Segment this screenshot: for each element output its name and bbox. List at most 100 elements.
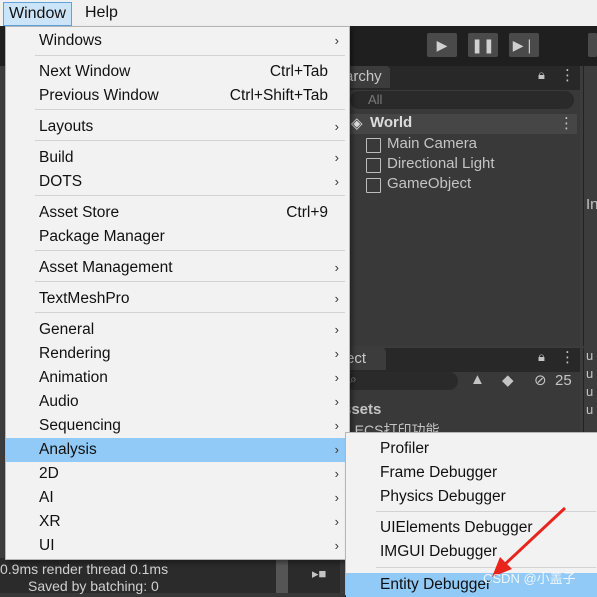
hierarchy-item[interactable]: GameObject [364, 175, 574, 195]
hierarchy-item-label: Directional Light [387, 155, 495, 172]
chevron-right-icon: › [334, 322, 339, 337]
menu-item-label: AI [39, 489, 54, 506]
hierarchy-item[interactable]: Main Camera [364, 135, 574, 155]
menu-item-label: Windows [39, 32, 102, 49]
hierarchy-search-input[interactable]: All [350, 91, 574, 109]
scrollbar[interactable] [276, 558, 288, 593]
menu-item-label: Build [39, 149, 74, 166]
menu-item-general[interactable]: General › [6, 318, 349, 342]
arrow-shaft [500, 506, 567, 569]
chevron-right-icon: › [334, 394, 339, 409]
label-tag-icon[interactable]: ◆ [502, 371, 514, 389]
collab-button[interactable] [588, 33, 597, 57]
window-menu: Windows › Next Window Ctrl+Tab Previous Wind… [5, 26, 350, 560]
step-button[interactable]: ▶❘ [509, 33, 539, 57]
menu-item-label: Previous Window [39, 87, 159, 104]
menu-item-shortcut: Ctrl+Tab [269, 63, 328, 80]
submenu-item-frame-debugger[interactable]: Frame Debugger [346, 461, 597, 485]
project-kebab-icon[interactable]: ⋮ [560, 348, 575, 366]
menu-item-build[interactable]: Build › [6, 146, 349, 170]
hierarchy-item-label: Main Camera [387, 135, 478, 152]
filter-type-icon[interactable]: ▲ [470, 371, 485, 388]
menu-item-dots[interactable]: DOTS › [6, 170, 349, 194]
menu-item-analysis[interactable]: Analysis › [6, 438, 349, 462]
folder-icon: ▸■ [312, 566, 327, 581]
chevron-right-icon: › [334, 370, 339, 385]
watermark: CSDN @小盖子 [483, 571, 576, 586]
scene-name: World [370, 114, 413, 131]
chevron-right-icon: › [334, 291, 339, 306]
scene-row[interactable]: ◈ World ⋮ [345, 114, 577, 134]
menu-item-label: 2D [39, 465, 59, 482]
menu-item-windows[interactable]: Windows › [6, 29, 349, 53]
menu-item-animation[interactable]: Animation › [6, 366, 349, 390]
menu-item-label: Analysis [39, 441, 97, 458]
menu-item-shortcut: Ctrl+Shift+Tab [229, 87, 328, 104]
menu-separator [35, 195, 345, 196]
hierarchy-item[interactable]: Directional Light [364, 155, 574, 175]
project-search-input[interactable]: ⌕ [346, 372, 458, 390]
chevron-right-icon: › [334, 346, 339, 361]
menu-item-label: TextMeshPro [39, 290, 130, 307]
menu-separator [35, 55, 345, 56]
chevron-right-icon: › [334, 33, 339, 48]
menu-item-asset-store[interactable]: Asset Store Ctrl+9 [6, 201, 349, 225]
kebab-menu-icon[interactable]: ⋮ [560, 66, 575, 84]
menu-item-label: Asset Management [39, 259, 173, 276]
menu-item-label: Audio [39, 393, 79, 410]
menu-item-label: XR [39, 513, 61, 530]
menu-item-label: Package Manager [39, 228, 165, 245]
menu-item-label: Asset Store [39, 204, 120, 221]
menu-item-layouts[interactable]: Layouts › [6, 115, 349, 139]
menu-item-ai[interactable]: AI › [6, 486, 349, 510]
menu-separator [35, 312, 345, 313]
menu-item-asset-management[interactable]: Asset Management › [6, 256, 349, 280]
lock-icon[interactable]: 🔒︎ [538, 67, 545, 83]
hidden-count-icon[interactable]: ⊘ [534, 371, 547, 389]
menu-item-rendering[interactable]: Rendering › [6, 342, 349, 366]
chevron-right-icon: › [334, 119, 339, 134]
menu-window[interactable]: Window [3, 2, 72, 26]
menu-item-ui[interactable]: UI › [6, 534, 349, 558]
menu-item-audio[interactable]: Audio › [6, 390, 349, 414]
chevron-right-icon: › [334, 260, 339, 275]
chevron-right-icon: › [334, 150, 339, 165]
menu-item-label: Next Window [39, 63, 131, 80]
pause-button[interactable]: ❚❚ [468, 33, 498, 57]
scene-kebab-icon[interactable]: ⋮ [559, 114, 574, 132]
menu-item-xr[interactable]: XR › [6, 510, 349, 534]
search-placeholder: All [368, 92, 383, 107]
menu-item-label: Sequencing [39, 417, 121, 434]
search-icon: ⌕ [350, 372, 357, 386]
chevron-right-icon: › [334, 490, 339, 505]
menu-separator [35, 250, 345, 251]
chevron-right-icon: › [334, 442, 339, 457]
gameobject-icon [366, 178, 381, 193]
menu-item-2d[interactable]: 2D › [6, 462, 349, 486]
gameobject-icon [366, 138, 381, 153]
gameobject-icon [366, 158, 381, 173]
menu-item-label: General [39, 321, 95, 338]
console-line: u [586, 348, 594, 363]
stats-overlay: 0.9ms render thread 0.1ms Saved by batch… [0, 558, 340, 594]
stats-line: Saved by batching: 0 [28, 578, 159, 594]
submenu-item-profiler[interactable]: Profiler [346, 437, 597, 461]
menu-item-previous-window[interactable]: Previous Window Ctrl+Shift+Tab [6, 84, 349, 108]
menu-item-label: Layouts [39, 118, 94, 135]
menu-help[interactable]: Help [80, 2, 123, 24]
menu-item-package-manager[interactable]: Package Manager [6, 225, 349, 249]
menu-item-label: Animation [39, 369, 108, 386]
hidden-count: 25 [555, 372, 572, 389]
menu-separator [35, 109, 345, 110]
menu-item-next-window[interactable]: Next Window Ctrl+Tab [6, 60, 349, 84]
play-button[interactable]: ▶ [427, 33, 457, 57]
menu-item-sequencing[interactable]: Sequencing › [6, 414, 349, 438]
inspector-tab-fragment[interactable]: In [586, 196, 597, 213]
console-line: u [586, 384, 594, 399]
chevron-right-icon: › [334, 174, 339, 189]
console-line: u [586, 402, 594, 417]
chevron-right-icon: › [334, 538, 339, 553]
menu-item-shortcut: Ctrl+9 [286, 204, 328, 221]
menu-item-textmeshpro[interactable]: TextMeshPro › [6, 287, 349, 311]
project-lock-icon[interactable]: 🔒︎ [538, 349, 545, 365]
